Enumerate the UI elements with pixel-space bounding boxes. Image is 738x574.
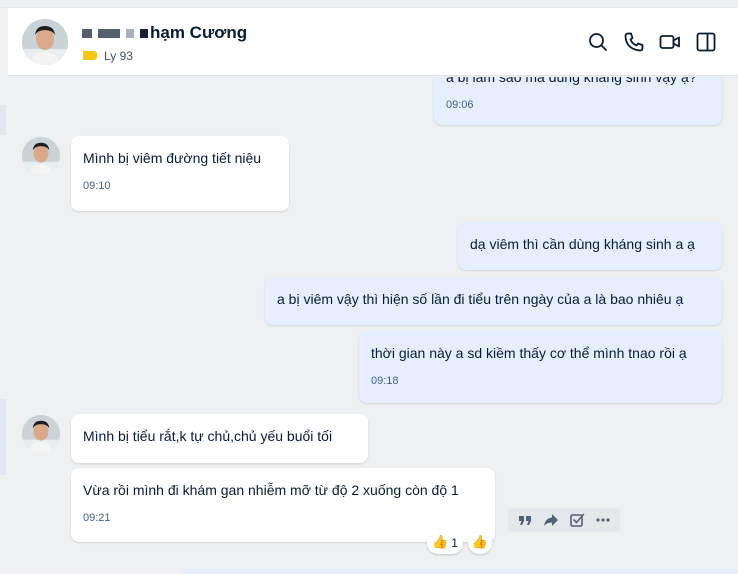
redacted-mask [126, 29, 134, 39]
contact-avatar[interactable] [22, 19, 68, 65]
message-list[interactable]: a bị làm sao mà dùng kháng sinh vậy ạ? 0… [0, 77, 738, 574]
contact-name[interactable]: hạm Cương [82, 23, 247, 43]
message-incoming[interactable]: Vừa rồi mình đi khám gan nhiễm mỡ từ độ … [71, 468, 495, 542]
phone-icon[interactable] [622, 30, 646, 54]
reaction-thumbs-up-count[interactable]: 👍 1 [427, 532, 463, 554]
tag-icon [83, 51, 97, 60]
message-incoming[interactable]: Mình bị tiểu rắt,k tự chủ,chủ yếu buổi t… [71, 414, 368, 463]
message-text: a bị làm sao mà dùng kháng sinh vậy ạ? [446, 77, 697, 85]
contact-name-text: hạm Cương [150, 23, 248, 42]
redacted-mask [82, 29, 92, 39]
quote-icon[interactable] [515, 510, 535, 530]
message-text: Vừa rồi mình đi khám gan nhiễm mỡ từ độ … [83, 482, 459, 498]
message-text: thời gian này a sd kiềm thấy cơ thể mình… [371, 345, 687, 361]
message-outgoing[interactable]: thời gian này a sd kiềm thấy cơ thể mình… [359, 331, 722, 403]
window-top-strip [0, 0, 738, 8]
message-text: dạ viêm thì cần dùng kháng sinh a ạ [470, 236, 695, 252]
reaction-count: 1 [451, 536, 458, 550]
add-reaction-button[interactable]: 👍 [468, 532, 492, 554]
message-text: a bị viêm vậy thì hiện số lần đi tiểu tr… [277, 291, 684, 307]
message-outgoing[interactable]: a bị viêm vậy thì hiện số lần đi tiểu tr… [265, 277, 722, 325]
message-outgoing-partial[interactable] [180, 569, 738, 574]
left-edge-marker [0, 399, 6, 475]
search-icon[interactable] [586, 30, 610, 54]
message-time: 09:06 [446, 99, 474, 111]
message-text: Mình bị viêm đường tiết niệu [83, 150, 262, 166]
message-time: 09:21 [83, 512, 111, 524]
thumbs-up-icon: 👍 [432, 535, 449, 550]
redacted-mask [140, 29, 148, 39]
thumbs-up-icon: 👍 [471, 535, 489, 550]
forward-icon[interactable] [541, 510, 561, 530]
message-outgoing[interactable]: a bị làm sao mà dùng kháng sinh vậy ạ? 0… [434, 77, 722, 125]
message-outgoing[interactable]: dạ viêm thì cần dùng kháng sinh a ạ [458, 222, 722, 270]
chat-header: hạm Cương Ly 93 [8, 8, 738, 76]
message-time: 09:10 [83, 180, 111, 192]
message-text: Mình bị tiểu rắt,k tự chủ,chủ yếu buổi t… [83, 428, 333, 444]
task-icon[interactable] [567, 510, 587, 530]
message-time: 09:18 [371, 375, 399, 387]
sender-avatar[interactable] [22, 415, 60, 453]
message-incoming[interactable]: Mình bị viêm đường tiết niệu 09:10 [71, 136, 289, 211]
more-icon[interactable] [593, 510, 613, 530]
sender-avatar[interactable] [22, 137, 60, 175]
message-action-bar [508, 508, 620, 532]
video-call-icon[interactable] [658, 30, 682, 54]
sidebar-toggle-icon[interactable] [694, 30, 718, 54]
contact-tag-label[interactable]: Ly 93 [104, 49, 133, 63]
scroll-indicator[interactable] [0, 105, 6, 135]
redacted-mask [98, 29, 120, 39]
